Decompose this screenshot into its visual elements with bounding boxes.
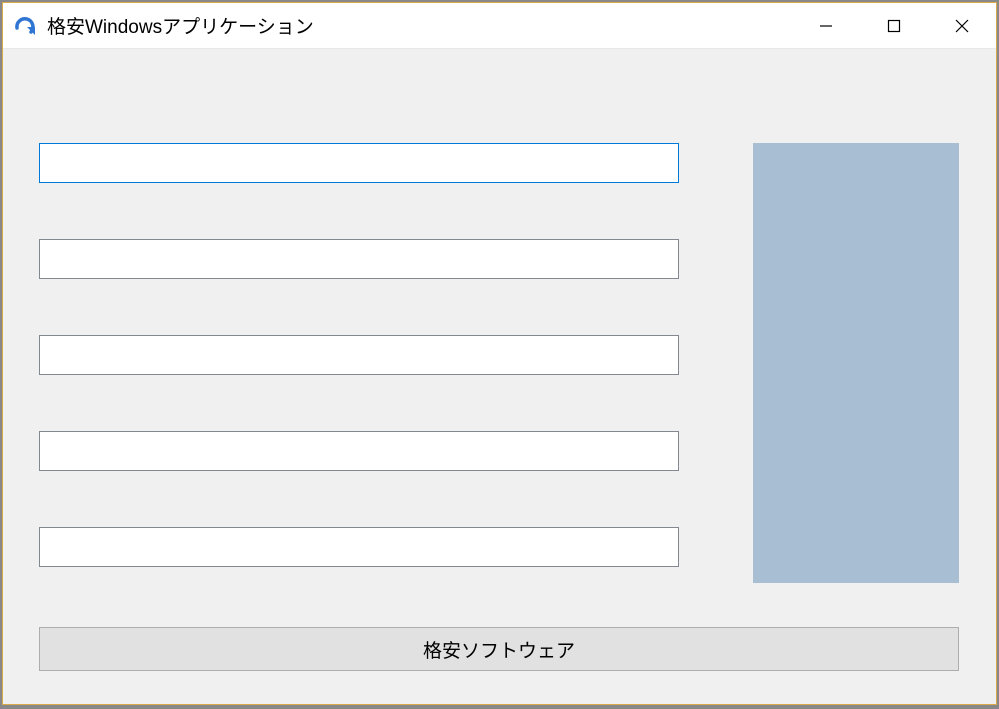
window-title: 格安Windowsアプリケーション	[47, 12, 792, 39]
application-window: 格安Windowsアプリケーション	[2, 2, 997, 705]
main-action-button[interactable]: 格安ソフトウェア	[39, 627, 959, 671]
client-area: 格安ソフトウェア	[3, 49, 996, 704]
close-button[interactable]	[928, 3, 996, 48]
text-input-2[interactable]	[39, 239, 679, 279]
text-input-4[interactable]	[39, 431, 679, 471]
minimize-icon	[819, 19, 833, 33]
window-controls	[792, 3, 996, 48]
close-icon	[955, 19, 969, 33]
side-panel	[753, 143, 959, 583]
minimize-button[interactable]	[792, 3, 860, 48]
app-icon	[13, 14, 37, 38]
text-input-5[interactable]	[39, 527, 679, 567]
maximize-button[interactable]	[860, 3, 928, 48]
maximize-icon	[887, 19, 901, 33]
titlebar[interactable]: 格安Windowsアプリケーション	[3, 3, 996, 49]
text-input-1[interactable]	[39, 143, 679, 183]
text-input-3[interactable]	[39, 335, 679, 375]
